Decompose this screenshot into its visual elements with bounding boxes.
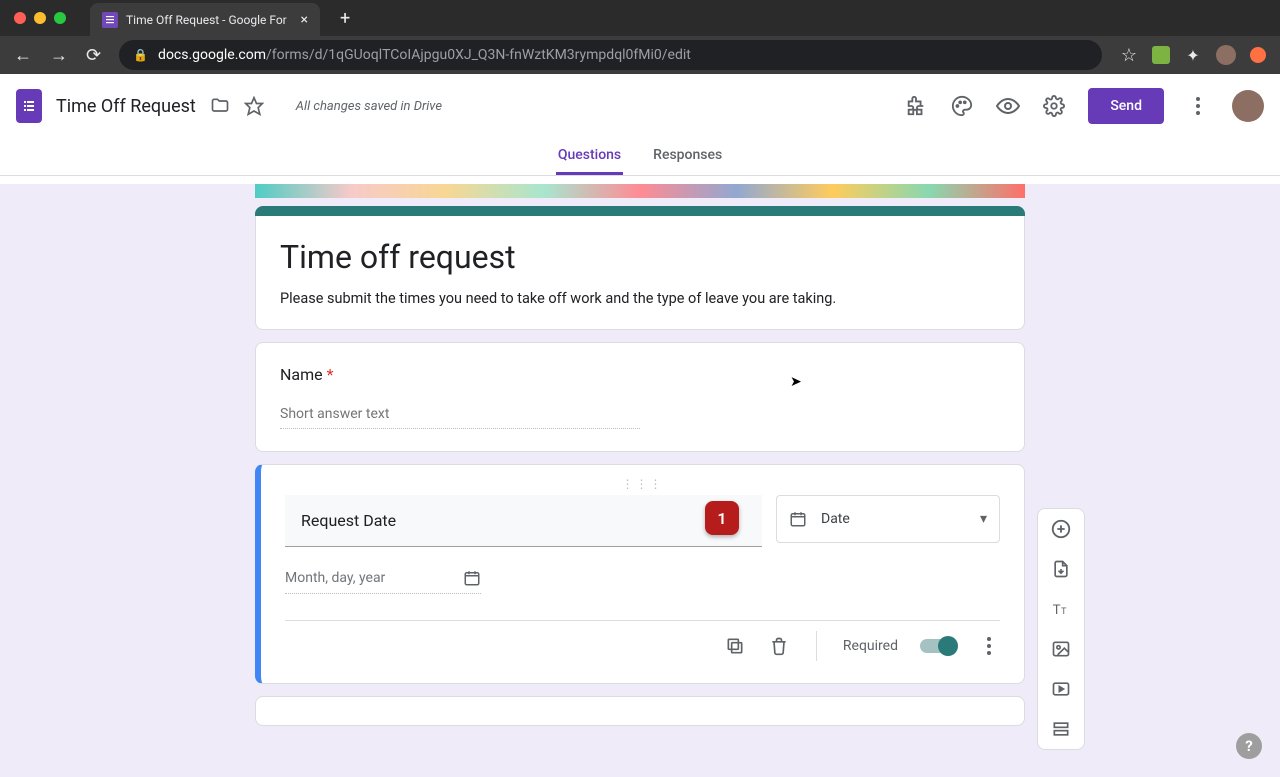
account-avatar[interactable]	[1232, 90, 1264, 122]
question-label: Name*	[280, 365, 1000, 384]
help-icon[interactable]: ?	[1236, 733, 1262, 759]
short-answer-input	[280, 406, 640, 429]
save-status: All changes saved in Drive	[296, 99, 442, 114]
close-window-icon[interactable]	[14, 12, 26, 24]
form-canvas: Time off request Please submit the times…	[0, 184, 1280, 777]
forms-header: Time Off Request All changes saved in Dr…	[0, 74, 1280, 138]
question-card-next[interactable]	[255, 696, 1025, 726]
svg-text:T: T	[1061, 607, 1067, 617]
question-card-name[interactable]: Name*	[255, 342, 1025, 452]
extension-icons: ☆ ✦	[1120, 45, 1266, 65]
window-controls	[14, 12, 66, 24]
extensions-menu-icon[interactable]: ✦	[1184, 46, 1202, 64]
send-button[interactable]: Send	[1088, 88, 1164, 124]
question-title-input[interactable]	[285, 495, 762, 547]
floating-toolbar: TT	[1037, 508, 1085, 750]
back-button[interactable]: ←	[14, 45, 32, 66]
extension-icon[interactable]	[1152, 46, 1170, 64]
palette-icon[interactable]	[950, 94, 974, 118]
cursor-icon: ➤	[790, 374, 802, 390]
extension-dot-icon[interactable]	[1250, 47, 1266, 63]
forward-button[interactable]: →	[50, 45, 68, 66]
add-title-icon[interactable]: TT	[1049, 597, 1073, 621]
minimize-window-icon[interactable]	[34, 12, 46, 24]
addons-icon[interactable]	[904, 94, 928, 118]
tab-title: Time Off Request - Google For	[126, 13, 293, 27]
question-more-icon[interactable]	[978, 635, 1000, 657]
annotation-badge: 1	[705, 501, 739, 535]
new-tab-button[interactable]: +	[340, 8, 350, 29]
maximize-window-icon[interactable]	[54, 12, 66, 24]
add-image-icon[interactable]	[1049, 637, 1073, 661]
add-video-icon[interactable]	[1049, 677, 1073, 701]
profile-avatar-icon[interactable]	[1216, 45, 1236, 65]
forms-favicon	[102, 12, 118, 28]
add-section-icon[interactable]	[1049, 717, 1073, 741]
google-forms-logo-icon[interactable]	[16, 89, 42, 123]
svg-text:T: T	[1053, 603, 1061, 618]
question-type-dropdown[interactable]: Date ▾	[776, 495, 1000, 543]
browser-tab[interactable]: Time Off Request - Google For ×	[90, 3, 320, 37]
form-title[interactable]: Time off request	[280, 238, 1000, 276]
tab-responses[interactable]: Responses	[651, 138, 724, 175]
move-to-folder-icon[interactable]	[210, 96, 230, 116]
bookmark-star-icon[interactable]: ☆	[1120, 46, 1138, 64]
close-tab-icon[interactable]: ×	[301, 12, 308, 28]
tab-questions[interactable]: Questions	[556, 138, 623, 175]
divider	[816, 631, 817, 661]
address-bar[interactable]: 🔒 docs.google.com/forms/d/1qGUoqlTCoIAjp…	[119, 40, 1102, 70]
reload-button[interactable]: ⟳	[86, 45, 101, 66]
required-star-icon: *	[327, 365, 334, 384]
star-icon[interactable]	[244, 96, 264, 116]
chevron-down-icon: ▾	[980, 511, 987, 527]
calendar-icon	[463, 569, 481, 587]
theme-banner	[255, 184, 1025, 198]
question-card-request-date[interactable]: ⋮⋮⋮ Date ▾ 1 Month, day, year Required	[255, 464, 1025, 684]
lock-icon: 🔒	[133, 48, 148, 62]
form-header-card[interactable]: Time off request Please submit the times…	[255, 216, 1025, 330]
more-menu-icon[interactable]	[1186, 94, 1210, 118]
calendar-icon	[789, 510, 807, 528]
question-type-label: Date	[821, 511, 850, 527]
form-accent-bar	[255, 206, 1025, 216]
form-description[interactable]: Please submit the times you need to take…	[280, 290, 1000, 307]
preview-icon[interactable]	[996, 94, 1020, 118]
required-label: Required	[843, 638, 898, 654]
question-footer: Required	[285, 620, 1000, 661]
duplicate-icon[interactable]	[724, 635, 746, 657]
url-text: docs.google.com/forms/d/1qGUoqlTCoIAjpgu…	[158, 47, 691, 63]
address-bar-row: ← → ⟳ 🔒 docs.google.com/forms/d/1qGUoqlT…	[0, 36, 1280, 74]
import-questions-icon[interactable]	[1049, 557, 1073, 581]
document-title[interactable]: Time Off Request	[56, 96, 196, 117]
required-toggle[interactable]	[920, 639, 956, 653]
date-answer-preview: Month, day, year	[285, 569, 481, 594]
browser-tab-strip: Time Off Request - Google For × +	[0, 0, 1280, 36]
delete-icon[interactable]	[768, 635, 790, 657]
form-tabs: Questions Responses	[0, 138, 1280, 176]
drag-handle-icon[interactable]: ⋮⋮⋮	[285, 477, 1000, 491]
add-question-icon[interactable]	[1049, 517, 1073, 541]
settings-icon[interactable]	[1042, 94, 1066, 118]
